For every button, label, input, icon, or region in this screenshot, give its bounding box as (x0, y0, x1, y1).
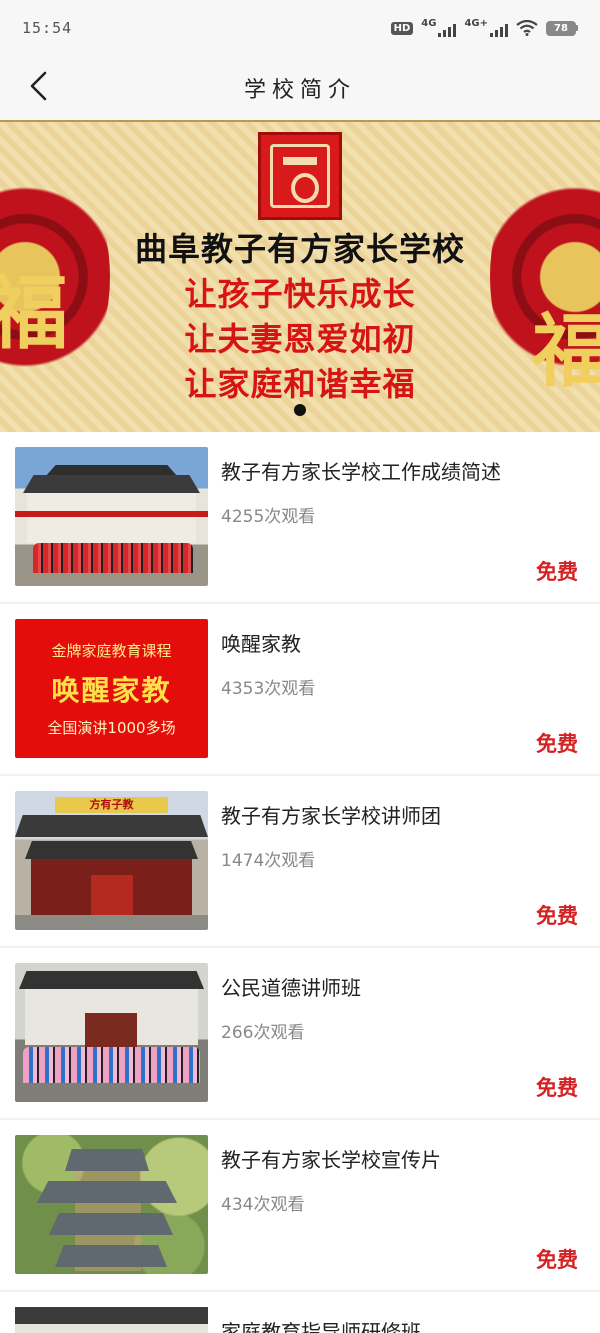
signal-4g-label: 4G (421, 18, 437, 29)
battery-level: 78 (546, 20, 576, 36)
course-title: 公民道德讲师班 (221, 976, 361, 1000)
list-item[interactable]: 教子有方家长学校宣传片 434次观看 免费 (0, 1120, 600, 1292)
hd-badge: HD (390, 21, 414, 35)
banner-title: 曲阜教子有方家长学校 (134, 230, 465, 268)
page-title: 学校简介 (243, 78, 356, 103)
course-thumbnail (15, 963, 208, 1102)
course-title: 教子有方家长学校讲师团 (221, 804, 441, 828)
carousel-indicator-dot[interactable] (294, 404, 306, 416)
price-tag: 免费 (536, 1248, 578, 1272)
list-item[interactable]: 方有子教 教子有方家长学校讲师团 1474次观看 免费 (0, 776, 600, 948)
course-title: 唤醒家教 (221, 632, 301, 656)
price-tag: 免费 (536, 560, 578, 584)
price-tag: 免费 (536, 904, 578, 928)
list-item[interactable]: 公民道德讲师班 266次观看 免费 (0, 948, 600, 1120)
wifi-icon (516, 20, 538, 36)
course-title: 教子有方家长学校工作成绩简述 (221, 460, 501, 484)
course-list: 教子有方家长学校工作成绩简述 4255次观看 免费 金牌家庭教育课程 唤醒家教 … (0, 432, 600, 1333)
course-thumbnail (15, 1135, 208, 1274)
banner-slogan-2: 让夫妻恩爱如初 (184, 320, 416, 358)
battery-icon: 78 (546, 20, 578, 36)
view-count: 4255次观看 (221, 507, 316, 527)
banner-slogan-3: 让家庭和谐幸福 (184, 365, 416, 403)
price-tag: 免费 (536, 732, 578, 756)
nav-bar: 学校简介 (0, 56, 600, 120)
thumbnail-text-line: 金牌家庭教育课程 (51, 641, 172, 660)
price-tag: 免费 (536, 1076, 578, 1100)
course-thumbnail: 方有子教 (15, 791, 208, 930)
course-title: 教子有方家长学校宣传片 (221, 1148, 441, 1172)
signal-4g-plus-label: 4G+ (464, 18, 488, 29)
status-icons: HD 4G 4G+ 78 (390, 18, 578, 37)
view-count: 4353次观看 (221, 679, 316, 699)
chevron-left-icon (30, 71, 47, 101)
view-count: 1474次观看 (221, 851, 316, 871)
signal-4g-plus: 4G+ (464, 19, 508, 37)
view-count: 266次观看 (221, 1023, 305, 1043)
banner-slogan-1: 让孩子快乐成长 (184, 275, 416, 313)
banner-carousel[interactable]: 福 福 曲阜教子有方家长学校 让孩子快乐成长 让夫妻恩爱如初 让家庭和谐幸福 (0, 120, 600, 432)
signal-bars-icon (490, 24, 508, 37)
list-item[interactable]: 家庭教育指导师研修班 (0, 1292, 600, 1333)
signal-4g: 4G (421, 18, 457, 37)
thumbnail-text-line: 唤醒家教 (51, 673, 172, 707)
course-thumbnail (15, 447, 208, 586)
course-thumbnail (15, 1307, 208, 1333)
thumbnail-text-line: 全国演讲1000多场 (47, 718, 176, 737)
thumbnail-sign-text: 方有子教 (55, 797, 168, 813)
status-bar: 15:54 HD 4G 4G+ 78 (0, 0, 600, 56)
back-button[interactable] (16, 64, 60, 108)
status-time: 15:54 (22, 19, 73, 37)
list-item[interactable]: 金牌家庭教育课程 唤醒家教 全国演讲1000多场 唤醒家教 4353次观看 免费 (0, 604, 600, 776)
signal-bars-icon (438, 24, 457, 37)
list-item[interactable]: 教子有方家长学校工作成绩简述 4255次观看 免费 (0, 432, 600, 604)
view-count: 434次观看 (221, 1195, 305, 1215)
school-seal-logo (258, 132, 342, 220)
course-thumbnail: 金牌家庭教育课程 唤醒家教 全国演讲1000多场 (15, 619, 208, 758)
course-title: 家庭教育指导师研修班 (221, 1320, 421, 1333)
